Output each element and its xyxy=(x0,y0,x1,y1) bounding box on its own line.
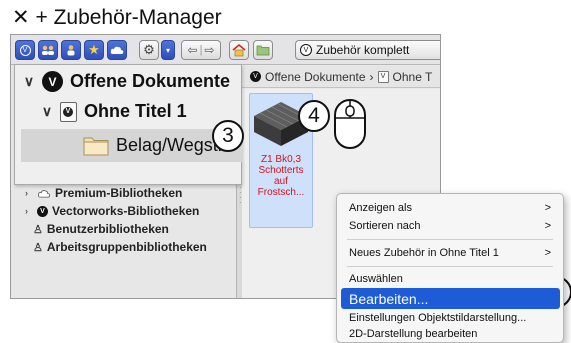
group-library-icon: ♙ xyxy=(33,241,43,254)
back-icon[interactable]: ⇦ xyxy=(188,43,198,57)
v-logo-icon: V xyxy=(42,71,63,92)
gear-icon[interactable]: ⚙ xyxy=(139,40,159,60)
menu-item-label: Anzeigen als xyxy=(349,202,412,214)
menu-item-new-resource[interactable]: Neues Zubehör in Ohne Titel 1 > xyxy=(337,244,563,262)
tree-item-user-libraries[interactable]: ♙ Benutzerbibliotheken xyxy=(33,222,169,236)
home-icon[interactable] xyxy=(229,40,249,60)
user-icon[interactable] xyxy=(61,40,81,60)
menu-item-label: Auswählen xyxy=(349,273,403,285)
back-forward-control: ⇦ | ⇨ xyxy=(181,40,221,60)
tree-item-label: Belag/Wegsti xyxy=(116,135,222,155)
resource-label-line: Z1 Bk0,3 xyxy=(260,154,302,165)
breadcrumb-item-current[interactable]: Ohne T xyxy=(393,70,433,84)
close-icon[interactable]: ✕ xyxy=(12,6,30,29)
title-bar: ✕ + Zubehör-Manager xyxy=(0,0,440,36)
tree-item-label: Arbeitsgruppenbibliotheken xyxy=(46,240,207,254)
menu-item-label: Sortieren nach xyxy=(349,220,421,232)
mouse-icon xyxy=(333,98,367,155)
menu-item-sort-by[interactable]: Sortieren nach > xyxy=(337,217,563,235)
breadcrumb: V Offene Dokumente › V Ohne T xyxy=(242,66,440,88)
menu-item-select[interactable]: Auswählen xyxy=(337,270,563,288)
menu-item-edit[interactable]: Bearbeiten... xyxy=(341,288,560,309)
forward-icon[interactable]: ⇨ xyxy=(204,43,214,57)
user-library-icon: ♙ xyxy=(33,223,43,236)
toolbar: V ★ ⚙ ▾ ⇦ | ⇨ V Zubehör komplett xyxy=(11,35,440,65)
people-icon[interactable] xyxy=(38,40,58,60)
v-logo-icon: V xyxy=(250,71,261,82)
chevron-right-icon[interactable]: › xyxy=(25,206,33,216)
star-icon[interactable]: ★ xyxy=(84,40,104,60)
context-menu: Anzeigen als > Sortieren nach > Neues Zu… xyxy=(336,193,564,343)
menu-item-label: Neues Zubehör in Ohne Titel 1 xyxy=(349,247,499,259)
breadcrumb-item-root[interactable]: Offene Dokumente xyxy=(265,70,366,84)
cloud-icon xyxy=(37,189,51,198)
tree-item-folder-selected[interactable]: Belag/Wegsti xyxy=(21,129,243,162)
resource-label-line: auf xyxy=(274,176,288,187)
window-title: Zubehör-Manager xyxy=(53,6,222,29)
chevron-down-icon[interactable]: ∨ xyxy=(41,103,53,120)
submenu-arrow-icon: > xyxy=(544,202,551,214)
tree-item-label: Vectorworks-Bibliotheken xyxy=(52,204,200,218)
document-dropdown[interactable]: V Zubehör komplett xyxy=(295,40,440,60)
document-dropdown-label: Zubehör komplett xyxy=(316,43,410,57)
cloud-icon[interactable] xyxy=(107,40,127,60)
menu-separator xyxy=(347,239,553,240)
chevron-down-icon[interactable]: ∨ xyxy=(23,73,35,90)
menu-item-label: Einstellungen Objektstildarstellung... xyxy=(349,312,527,324)
document-icon: V xyxy=(60,101,77,122)
add-icon[interactable]: + xyxy=(35,6,47,29)
tree-item-label: Ohne Titel 1 xyxy=(84,101,187,121)
tree-item-label: Offene Dokumente xyxy=(70,71,231,91)
chevron-right-icon[interactable]: › xyxy=(25,188,33,198)
tree-item-label: Premium-Bibliotheken xyxy=(55,186,183,200)
tree-item-workgroup-libraries[interactable]: ♙ Arbeitsgruppenbibliotheken xyxy=(33,240,207,254)
v-logo-icon: V xyxy=(37,205,48,217)
menu-item-edit-2d[interactable]: 2D-Darstellung bearbeiten xyxy=(337,325,563,343)
tree-item-premium-libraries[interactable]: › Premium-Bibliotheken xyxy=(25,186,182,200)
folder-icon xyxy=(83,137,109,156)
submenu-arrow-icon: > xyxy=(544,220,551,232)
callout-4: 4 xyxy=(298,100,330,132)
v-logo-icon: V xyxy=(300,44,312,56)
menu-separator xyxy=(347,266,553,267)
submenu-arrow-icon: > xyxy=(544,247,551,259)
menu-item-label: Bearbeiten... xyxy=(349,290,429,307)
tree-item-vectorworks-libraries[interactable]: › V Vectorworks-Bibliotheken xyxy=(25,204,199,218)
resource-label-line: Schotterts xyxy=(258,165,304,176)
document-icon: V xyxy=(377,70,389,83)
resource-label-line: Frostsch... xyxy=(257,187,305,198)
tree-zoom-popout: ∨ V Offene Dokumente ∨ V Ohne Titel 1 Be… xyxy=(14,64,243,185)
tree-item-label: Benutzerbibliotheken xyxy=(46,222,169,236)
breadcrumb-separator: › xyxy=(369,69,374,84)
tree-item-open-documents[interactable]: ∨ V Offene Dokumente xyxy=(23,71,230,92)
folder-icon[interactable] xyxy=(253,40,273,60)
menu-item-show-as[interactable]: Anzeigen als > xyxy=(337,199,563,217)
tree-item-document[interactable]: ∨ V Ohne Titel 1 xyxy=(41,101,187,122)
callout-3: 3 xyxy=(212,120,244,152)
dropdown-icon[interactable]: ▾ xyxy=(161,40,175,60)
v-logo-icon[interactable]: V xyxy=(15,40,35,60)
menu-item-label: 2D-Darstellung bearbeiten xyxy=(349,328,478,340)
